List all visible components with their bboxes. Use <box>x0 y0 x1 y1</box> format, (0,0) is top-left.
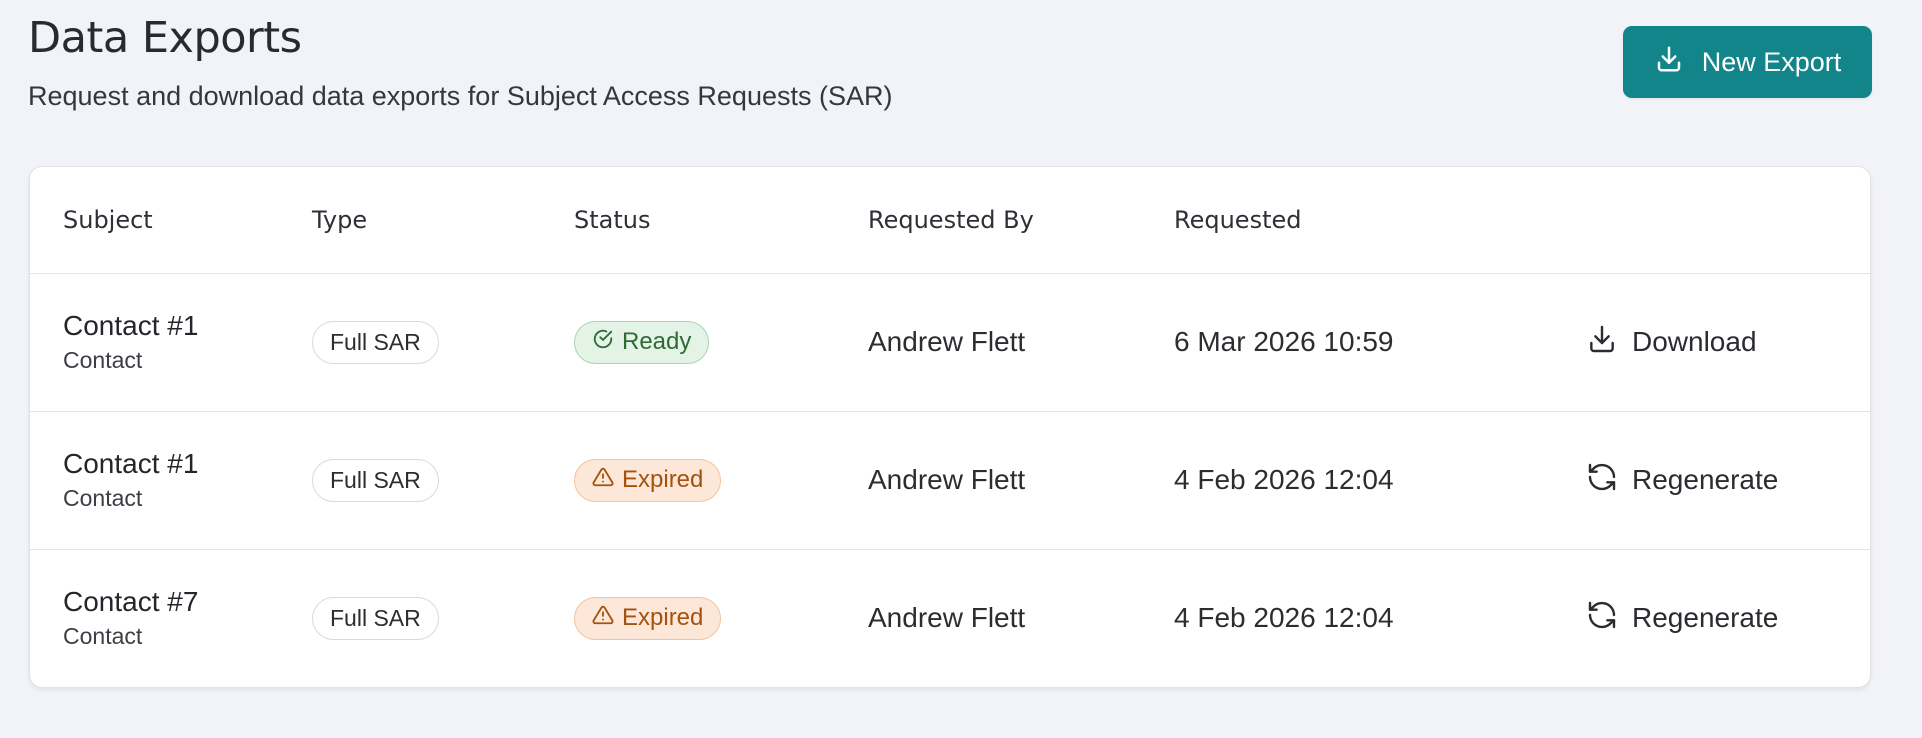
status-label: Expired <box>622 466 704 493</box>
download-button[interactable]: Download <box>1586 323 1757 362</box>
status-label: Expired <box>622 604 704 632</box>
page-title: Data Exports <box>28 13 302 63</box>
page-header: Data Exports Request and download data e… <box>28 10 892 113</box>
status-badge: Expired <box>574 458 722 502</box>
warning-triangle-icon <box>592 604 614 633</box>
subject-cell: Contact #7 Contact <box>30 549 312 687</box>
page-subtitle: Request and download data exports for Su… <box>28 81 893 111</box>
action-cell: Regenerate <box>1586 549 1870 687</box>
type-badge: Full SAR <box>312 596 439 640</box>
requested-by-cell: Andrew Flett <box>868 602 1026 634</box>
download-icon <box>1586 323 1618 362</box>
refresh-icon <box>1586 461 1618 500</box>
subject-cell: Contact #1 Contact <box>30 273 312 411</box>
refresh-icon <box>1586 599 1618 638</box>
column-header-requested: Requested <box>1174 167 1586 274</box>
subject-name: Contact #7 <box>63 586 199 618</box>
column-header-requested-by: Requested By <box>868 167 1174 274</box>
requested-date-cell: 6 Mar 2026 10:59 <box>1174 326 1394 357</box>
table-row: Contact #1 Contact Full SAR <box>30 411 1870 549</box>
column-header-actions <box>1586 167 1870 274</box>
column-header-status: Status <box>574 167 868 274</box>
data-exports-page: Data Exports Request and download data e… <box>0 0 1922 738</box>
type-cell: Full SAR <box>312 411 574 549</box>
regenerate-label: Regenerate <box>1632 464 1779 495</box>
status-badge: Expired <box>574 596 722 640</box>
status-cell: Expired <box>574 549 868 687</box>
action-cell: Download <box>1586 273 1870 411</box>
regenerate-label: Regenerate <box>1632 602 1779 634</box>
regenerate-button[interactable]: Regenerate <box>1586 461 1778 500</box>
subject-type: Contact <box>63 623 143 650</box>
table-row: Contact #7 Contact Full SAR Expired Andr… <box>30 549 1870 687</box>
status-badge: Ready <box>574 320 710 364</box>
requested-date-cell: 4 Feb 2026 12:04 <box>1174 464 1394 495</box>
status-cell: Ready <box>574 273 868 411</box>
subject-name: Contact #1 <box>63 448 199 479</box>
requested-by-cell: Andrew Flett <box>868 326 1026 357</box>
table-row: Contact #1 Contact Full SAR <box>30 273 1870 411</box>
column-header-type: Type <box>312 167 574 274</box>
new-export-button[interactable]: New Export <box>1623 26 1872 98</box>
exports-table-card: Subject Type Status Requested By Request… <box>29 166 1871 688</box>
status-cell: Expired <box>574 411 868 549</box>
action-cell: Regenerate <box>1586 411 1870 549</box>
new-export-label: New Export <box>1701 46 1842 77</box>
subject-type: Contact <box>63 485 143 511</box>
type-cell: Full SAR <box>312 273 574 411</box>
exports-table: Subject Type Status Requested By Request… <box>30 167 1870 687</box>
requested-by-cell: Andrew Flett <box>868 464 1026 495</box>
table-header: Subject Type Status Requested By Request… <box>30 167 1870 274</box>
type-badge: Full SAR <box>312 458 439 502</box>
regenerate-button[interactable]: Regenerate <box>1586 599 1778 638</box>
subject-cell: Contact #1 Contact <box>30 411 312 549</box>
header-row: Subject Type Status Requested By Request… <box>30 167 1870 274</box>
type-cell: Full SAR <box>312 549 574 687</box>
subject-type: Contact <box>63 347 143 373</box>
warning-triangle-icon <box>592 466 614 495</box>
type-badge: Full SAR <box>312 320 439 364</box>
download-label: Download <box>1632 326 1757 357</box>
column-header-subject: Subject <box>30 167 312 274</box>
requested-date-cell: 4 Feb 2026 12:04 <box>1174 602 1394 634</box>
status-label: Ready <box>622 328 692 355</box>
subject-name: Contact #1 <box>63 310 199 341</box>
download-icon <box>1654 44 1684 81</box>
check-circle-icon <box>592 328 614 357</box>
